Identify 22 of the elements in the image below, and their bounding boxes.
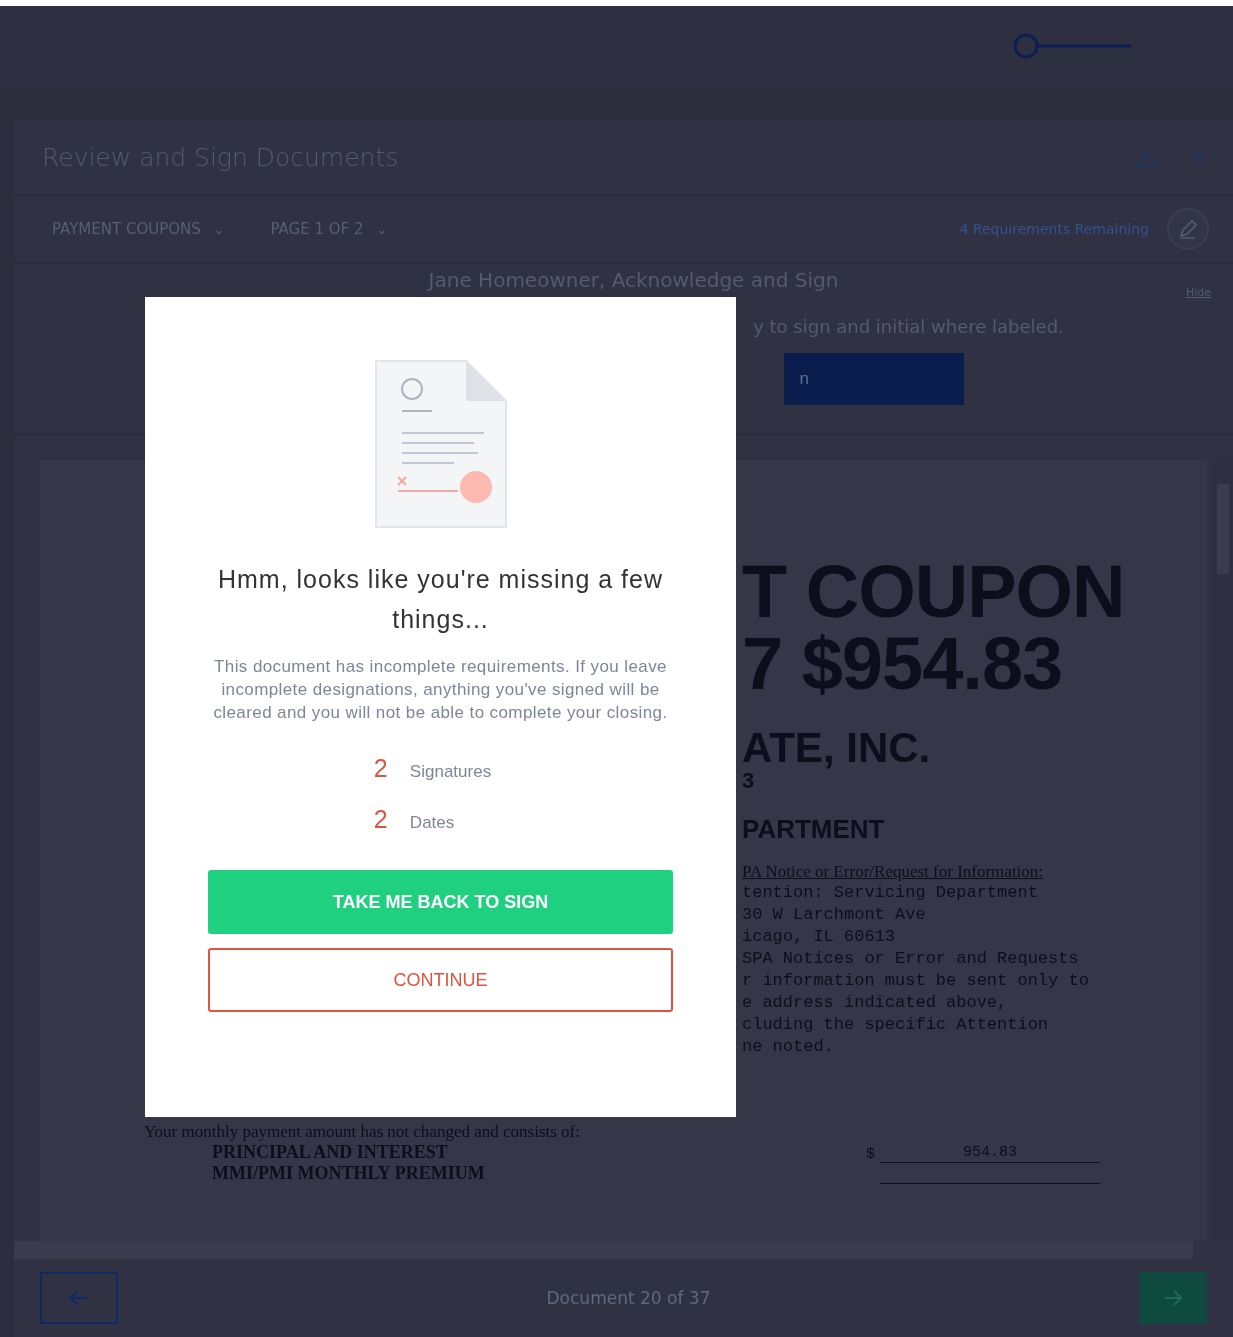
next-button[interactable]	[1139, 1272, 1207, 1324]
document-icon	[373, 359, 508, 529]
take-me-back-button[interactable]: TAKE ME BACK TO SIGN	[208, 870, 673, 934]
arrow-right-icon	[1164, 1290, 1182, 1306]
dialog-heading: Hmm, looks like you're missing a few things...	[216, 564, 665, 635]
close-icon[interactable]	[1191, 150, 1205, 164]
continue-button[interactable]: CONTINUE	[208, 948, 673, 1012]
sign-button[interactable]	[1167, 208, 1209, 250]
missing-label: Dates	[409, 813, 455, 833]
arrow-left-icon	[70, 1290, 88, 1306]
requirements-remaining-link[interactable]: 4 Requirements Remaining	[959, 221, 1149, 237]
missing-label: Signatures	[409, 762, 492, 782]
progress-slider-icon	[1013, 32, 1133, 60]
dialog-message: This document has incomplete requirements. If you leave incomplete designations, anything you've signed will be cleared and you will not be able to complete your closing.	[212, 656, 669, 724]
document-counter: Document 20 of 37	[545, 1288, 712, 1308]
missing-count: 2	[373, 754, 389, 783]
start-button[interactable]: n	[783, 353, 964, 405]
missing-count: 2	[373, 805, 389, 834]
pen-icon	[1178, 219, 1198, 239]
download-icon[interactable]	[1135, 146, 1157, 168]
currency-sign: $	[866, 1146, 876, 1163]
back-button[interactable]	[40, 1272, 118, 1324]
